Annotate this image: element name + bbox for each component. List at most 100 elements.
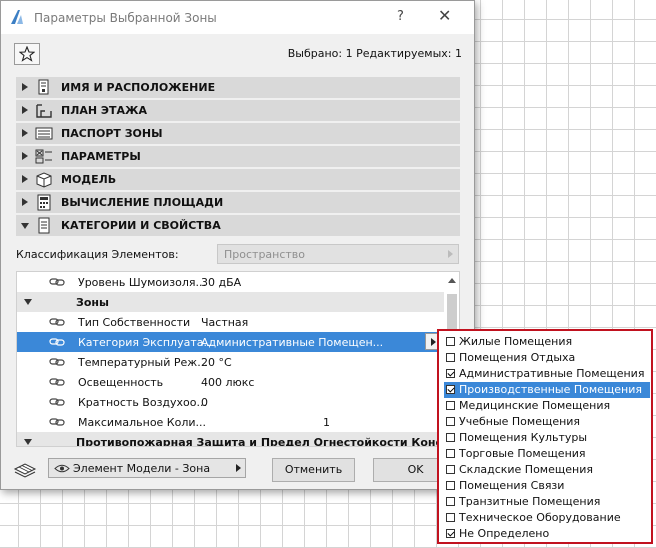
property-row[interactable]: Температурный Реж... 20 °C bbox=[17, 352, 444, 372]
category-checklist-popup: Жилые Помещения Помещения Отдыха Администр… bbox=[437, 329, 653, 544]
properties-table: Уровень Шумоизоля... 30 дБА Зоны Тип Собств… bbox=[16, 271, 460, 447]
link-icon bbox=[49, 417, 65, 427]
classification-select[interactable]: Пространство bbox=[217, 244, 459, 264]
property-value[interactable]: 1 bbox=[323, 416, 330, 429]
link-icon bbox=[49, 337, 65, 347]
checkbox[interactable] bbox=[446, 465, 455, 474]
classification-value: Пространство bbox=[224, 248, 306, 261]
category-checklist-item[interactable]: Административные Помещения bbox=[444, 366, 650, 382]
section-header[interactable]: ИМЯ И РАСПОЛОЖЕНИЕ bbox=[16, 77, 460, 98]
section-header[interactable]: ПАРАМЕТРЫ bbox=[16, 146, 460, 167]
category-label: Транзитные Помещения bbox=[459, 495, 601, 508]
property-value[interactable]: 400 люкс bbox=[201, 376, 254, 389]
checkbox[interactable] bbox=[446, 513, 455, 522]
triangle-down-icon[interactable] bbox=[24, 439, 32, 445]
checkbox[interactable] bbox=[446, 433, 455, 442]
section-label: ВЫЧИСЛЕНИЕ ПЛОЩАДИ bbox=[61, 196, 224, 209]
section-label: КАТЕГОРИИ И СВОЙСТВА bbox=[61, 219, 221, 232]
section-header[interactable]: ПАСПОРТ ЗОНЫ bbox=[16, 123, 460, 144]
section-label: ПАСПОРТ ЗОНЫ bbox=[61, 127, 163, 140]
property-row[interactable]: Кратность Воздухоо... 0 bbox=[17, 392, 444, 412]
section-header[interactable]: ВЫЧИСЛЕНИЕ ПЛОЩАДИ bbox=[16, 192, 460, 213]
property-name: Максимальное Коли... bbox=[78, 416, 207, 429]
category-label: Административные Помещения bbox=[459, 367, 645, 380]
category-label: Жилые Помещения bbox=[459, 335, 573, 348]
category-label: Медицинские Помещения bbox=[459, 399, 611, 412]
section-label: ПАРАМЕТРЫ bbox=[61, 150, 141, 163]
property-value[interactable]: 20 °C bbox=[201, 356, 232, 369]
checkbox[interactable] bbox=[446, 401, 455, 410]
category-label: Учебные Помещения bbox=[459, 415, 581, 428]
category-checklist-item[interactable]: Производственные Помещения bbox=[444, 382, 650, 398]
category-checklist-item[interactable]: Помещения Отдыха bbox=[444, 350, 650, 366]
checkbox[interactable] bbox=[446, 369, 455, 378]
category-checklist-item[interactable]: Транзитные Помещения bbox=[444, 494, 650, 510]
cancel-button[interactable]: Отменить bbox=[272, 458, 355, 482]
help-button[interactable]: ? bbox=[397, 9, 404, 24]
floor-plan-icon bbox=[35, 102, 53, 119]
eye-icon bbox=[54, 464, 70, 473]
category-checklist-item[interactable]: Жилые Помещения bbox=[444, 334, 650, 350]
property-group-row[interactable]: Зоны bbox=[17, 292, 444, 312]
checkbox[interactable] bbox=[446, 417, 455, 426]
section-header[interactable]: ПЛАН ЭТАЖА bbox=[16, 100, 460, 121]
triangle-right-icon[interactable] bbox=[22, 152, 28, 160]
star-icon bbox=[19, 46, 35, 62]
scroll-up-icon[interactable] bbox=[448, 278, 456, 283]
triangle-right-icon[interactable] bbox=[22, 175, 28, 183]
property-row[interactable]: Освещенность 400 люкс bbox=[17, 372, 444, 392]
property-row[interactable]: Максимальное Коли... 1 bbox=[17, 412, 444, 432]
category-checklist-item[interactable]: Техническое Оборудование bbox=[444, 510, 650, 526]
checkbox[interactable] bbox=[446, 481, 455, 490]
category-label: Торговые Помещения bbox=[459, 447, 586, 460]
triangle-right-icon[interactable] bbox=[22, 106, 28, 114]
triangle-down-icon[interactable] bbox=[24, 299, 32, 305]
property-value[interactable]: 30 дБА bbox=[201, 276, 241, 289]
category-checklist-item[interactable]: Не Определено bbox=[444, 526, 650, 542]
link-icon bbox=[49, 277, 65, 287]
category-checklist-item[interactable]: Складские Помещения bbox=[444, 462, 650, 478]
property-group-row[interactable]: Противопожарная Защита и Предел Огнестой… bbox=[17, 432, 459, 446]
property-name: Тип Собственности bbox=[78, 316, 191, 329]
dialog-title: Параметры Выбранной Зоны bbox=[34, 11, 217, 25]
category-checklist-item[interactable]: Торговые Помещения bbox=[444, 446, 650, 462]
property-row[interactable]: Категория Эксплуата... Административные П… bbox=[17, 332, 444, 352]
layers-icon[interactable] bbox=[13, 460, 37, 478]
section-header[interactable]: МОДЕЛЬ bbox=[16, 169, 460, 190]
property-value[interactable]: Административные Помещен... bbox=[201, 336, 383, 349]
property-value[interactable]: Частная bbox=[201, 316, 248, 329]
triangle-down-icon[interactable] bbox=[21, 223, 29, 229]
property-name: Освещенность bbox=[78, 376, 164, 389]
property-row[interactable]: Уровень Шумоизоля... 30 дБА bbox=[17, 272, 444, 292]
link-icon bbox=[49, 377, 65, 387]
category-checklist-item[interactable]: Медицинские Помещения bbox=[444, 398, 650, 414]
zone-stamp-icon bbox=[35, 125, 53, 142]
property-name: Кратность Воздухоо... bbox=[78, 396, 207, 409]
triangle-right-icon[interactable] bbox=[22, 83, 28, 91]
category-checklist-item[interactable]: Помещения Связи bbox=[444, 478, 650, 494]
triangle-right-icon[interactable] bbox=[22, 129, 28, 137]
checkbox[interactable] bbox=[446, 449, 455, 458]
model-element-dropdown[interactable]: Элемент Модели - Зона bbox=[48, 458, 246, 478]
close-button[interactable]: ✕ bbox=[438, 6, 451, 25]
link-icon bbox=[49, 357, 65, 367]
checkbox[interactable] bbox=[446, 353, 455, 362]
checkbox[interactable] bbox=[446, 529, 455, 538]
checkbox[interactable] bbox=[446, 385, 455, 394]
checkbox[interactable] bbox=[446, 497, 455, 506]
link-icon bbox=[49, 317, 65, 327]
category-checklist-item[interactable]: Учебные Помещения bbox=[444, 414, 650, 430]
group-name: Зоны bbox=[76, 296, 109, 309]
link-icon bbox=[49, 397, 65, 407]
property-value[interactable]: 0 bbox=[201, 396, 208, 409]
category-checklist-item[interactable]: Помещения Культуры bbox=[444, 430, 650, 446]
property-row[interactable]: Тип Собственности Частная bbox=[17, 312, 444, 332]
name-location-icon bbox=[35, 79, 53, 96]
category-label: Складские Помещения bbox=[459, 463, 593, 476]
section-header[interactable]: КАТЕГОРИИ И СВОЙСТВА bbox=[16, 215, 460, 236]
property-name: Температурный Реж... bbox=[78, 356, 208, 369]
favorites-button[interactable] bbox=[14, 43, 40, 65]
checkbox[interactable] bbox=[446, 337, 455, 346]
triangle-right-icon[interactable] bbox=[22, 198, 28, 206]
category-label: Помещения Связи bbox=[459, 479, 565, 492]
